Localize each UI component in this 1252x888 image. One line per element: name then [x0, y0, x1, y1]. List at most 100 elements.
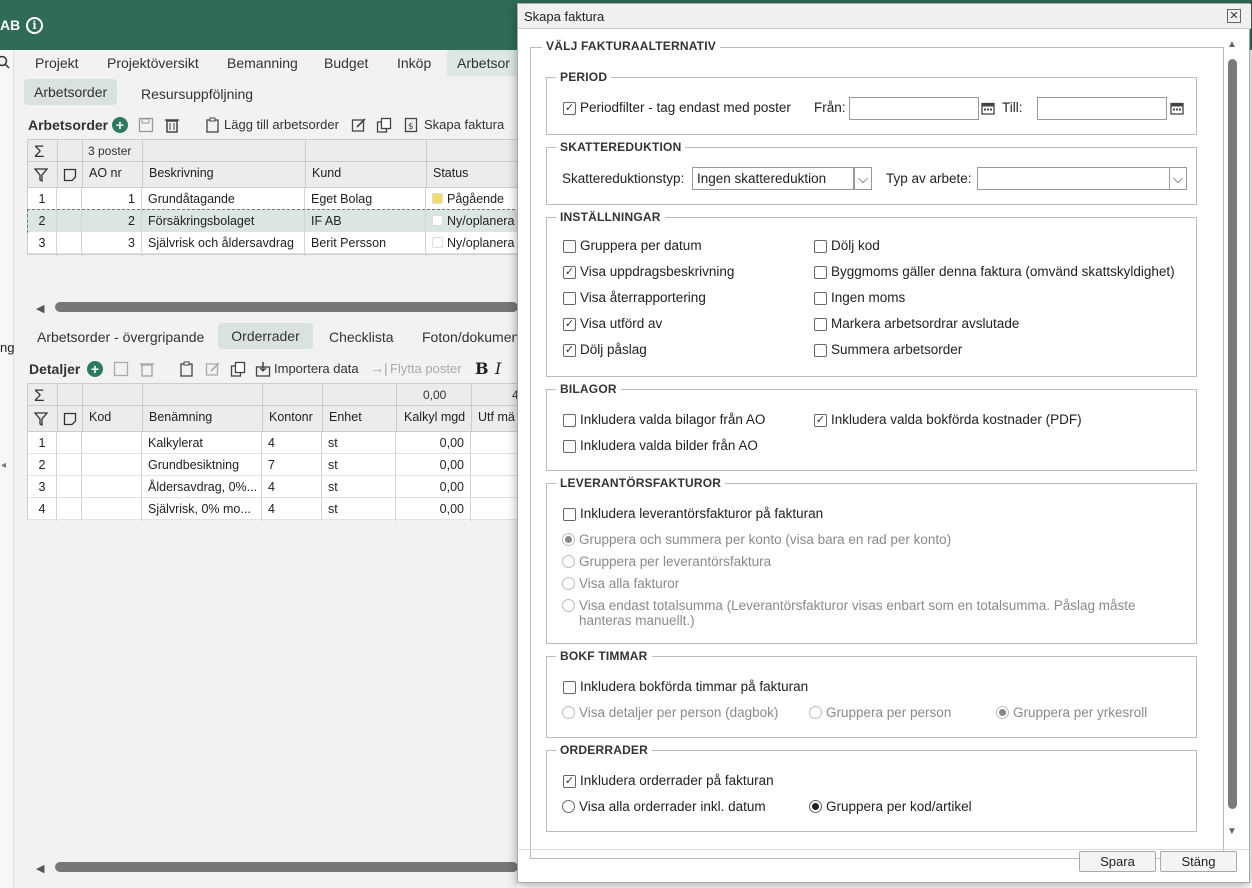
import-data-button[interactable]: Importera data — [274, 361, 359, 376]
scroll-down-icon[interactable]: ▼ — [1227, 826, 1237, 837]
detail-sum-icon[interactable]: Σ — [34, 386, 45, 406]
tab-workorder-overview[interactable]: Arbetsorder - övergripande — [27, 324, 214, 350]
hours-include-checkbox[interactable] — [563, 681, 576, 694]
settings-right-0-checkbox[interactable] — [814, 240, 827, 253]
work-type-chevron-down-icon[interactable]: ⌵ — [1169, 167, 1187, 190]
collapse-handle-icon[interactable]: ◂ — [1, 460, 6, 471]
settings-right-1-checkbox[interactable] — [814, 266, 827, 279]
col-ao-nr[interactable]: AO nr — [89, 166, 122, 180]
move-icon[interactable]: →| — [370, 360, 388, 376]
create-invoice-button[interactable]: Skapa faktura — [424, 117, 504, 132]
settings-left-4-checkbox[interactable]: ✓ — [563, 344, 576, 357]
col-status[interactable]: Status — [433, 166, 468, 180]
table-row[interactable]: 2 Grundbesiktning 7st 0,00 — [28, 454, 519, 476]
edit-icon[interactable] — [351, 117, 367, 133]
tab-arbetsorder[interactable]: Arbetsor — [447, 50, 519, 76]
add-row-icon[interactable]: + — [87, 361, 103, 377]
scroll-up-icon[interactable]: ▲ — [1227, 39, 1237, 50]
move-rows-button[interactable]: Flytta poster — [390, 361, 462, 376]
orderrows-include-checkbox[interactable]: ✓ — [563, 775, 576, 788]
bold-icon[interactable]: B — [475, 360, 489, 378]
booked-costs-checkbox[interactable]: ✓ — [814, 414, 827, 427]
settings-right-3-checkbox[interactable] — [814, 318, 827, 331]
to-date-input[interactable] — [1037, 97, 1167, 120]
table-row[interactable]: 1 1 Grundåtagande Eget Bolag Pågående — [28, 188, 519, 210]
copy-icon[interactable] — [376, 117, 392, 133]
table-row[interactable]: 1 Kalkylerat 4st 0,00 — [28, 432, 519, 454]
edit-row-icon[interactable] — [205, 361, 221, 377]
ao-attachments-checkbox[interactable] — [563, 414, 576, 427]
col-kund[interactable]: Kund — [312, 166, 341, 180]
tab-orderrader[interactable]: Orderrader — [218, 323, 313, 349]
table-row[interactable]: 3 3 Självrisk och åldersavdrag Berit Persso… — [28, 232, 519, 254]
vertical-scrollbar[interactable] — [1228, 59, 1237, 809]
supplier-total-radio[interactable] — [562, 599, 575, 612]
tab-projektoversikt[interactable]: Projektöversikt — [97, 50, 209, 76]
work-type-select[interactable] — [977, 167, 1170, 190]
note-icon[interactable] — [63, 168, 77, 182]
col-kod[interactable]: Kod — [89, 410, 111, 424]
scroll-left-icon[interactable]: ◀ — [36, 302, 44, 315]
settings-left-2-checkbox[interactable] — [563, 292, 576, 305]
settings-left-3-checkbox[interactable]: ✓ — [563, 318, 576, 331]
clipboard-add-icon[interactable] — [205, 117, 221, 133]
hours-per-role-radio[interactable] — [996, 706, 1009, 719]
col-kalkyl-mgd[interactable]: Kalkyl mgd — [404, 410, 465, 424]
detail-scroll-left-icon[interactable]: ◀ — [36, 862, 44, 875]
col-kontonr[interactable]: Kontonr — [269, 410, 313, 424]
hours-per-person-diary-radio[interactable] — [562, 706, 575, 719]
supplier-group-account-radio[interactable] — [562, 533, 575, 546]
copy-row-icon[interactable] — [230, 361, 246, 377]
tab-bemanning[interactable]: Bemanning — [217, 50, 308, 76]
close-button[interactable]: Stäng — [1160, 851, 1237, 872]
from-calendar-icon[interactable] — [981, 101, 995, 115]
tab-budget[interactable]: Budget — [314, 50, 378, 76]
table-row[interactable]: 2 2 Försäkringsbolaget IF AB Ny/oplanera — [27, 209, 520, 233]
detail-horizontal-scrollbar[interactable] — [55, 862, 518, 872]
add-workorder-button[interactable]: Lägg till arbetsorder — [224, 117, 339, 132]
settings-left-0-checkbox[interactable] — [563, 240, 576, 253]
detail-filter-icon[interactable] — [34, 412, 48, 426]
col-beskrivning[interactable]: Beskrivning — [149, 166, 214, 180]
col-enhet[interactable]: Enhet — [329, 410, 362, 424]
save-row-icon[interactable] — [113, 361, 129, 377]
subtab-resursuppfoljning[interactable]: Resursuppföljning — [131, 81, 263, 107]
info-icon[interactable]: i — [26, 17, 43, 34]
settings-right-2-checkbox[interactable] — [814, 292, 827, 305]
tab-projekt[interactable]: Projekt — [25, 50, 89, 76]
search-icon[interactable] — [0, 55, 12, 71]
table-row[interactable]: 3 Åldersavdrag, 0%... 4st 0,00 — [28, 476, 519, 498]
trash-icon[interactable] — [164, 117, 180, 133]
col-benamning[interactable]: Benämning — [149, 410, 212, 424]
detail-note-icon[interactable] — [63, 412, 77, 426]
settings-left-1-checkbox[interactable]: ✓ — [563, 266, 576, 279]
orderrows-group-code-radio[interactable] — [809, 800, 822, 813]
save-button[interactable]: Spara — [1079, 851, 1156, 872]
italic-icon[interactable]: I — [495, 360, 501, 378]
add-icon[interactable]: + — [112, 117, 128, 133]
hours-per-person-radio[interactable] — [809, 706, 822, 719]
tax-type-select[interactable]: Ingen skattereduktion — [692, 167, 854, 190]
subtab-arbetsorder[interactable]: Arbetsorder — [24, 79, 118, 105]
from-date-input[interactable] — [849, 97, 979, 120]
orderrows-all-dates-radio[interactable] — [562, 800, 575, 813]
table-row[interactable]: 4 Självrisk, 0% mo... 4st 0,00 — [28, 498, 519, 520]
close-icon[interactable]: ✕ — [1227, 9, 1241, 23]
settings-right-4-checkbox[interactable] — [814, 344, 827, 357]
supplier-show-all-radio[interactable] — [562, 577, 575, 590]
period-filter-checkbox[interactable]: ✓ — [563, 102, 576, 115]
supplier-include-checkbox[interactable] — [563, 508, 576, 521]
to-calendar-icon[interactable] — [1170, 101, 1184, 115]
delete-row-icon[interactable] — [139, 361, 155, 377]
tab-checklista[interactable]: Checklista — [319, 324, 404, 350]
tax-type-chevron-down-icon[interactable]: ⌵ — [854, 167, 872, 190]
invoice-icon[interactable]: $ — [404, 117, 418, 133]
paste-icon[interactable] — [179, 361, 195, 377]
tab-foton[interactable]: Foton/dokumen — [412, 324, 518, 350]
import-icon[interactable] — [255, 361, 271, 377]
tab-inkop[interactable]: Inköp — [387, 50, 441, 76]
col-utf-mgd[interactable]: Utf mä — [478, 410, 518, 424]
save-icon[interactable] — [138, 117, 154, 133]
ao-images-checkbox[interactable] — [563, 440, 576, 453]
horizontal-scrollbar[interactable] — [55, 302, 518, 312]
